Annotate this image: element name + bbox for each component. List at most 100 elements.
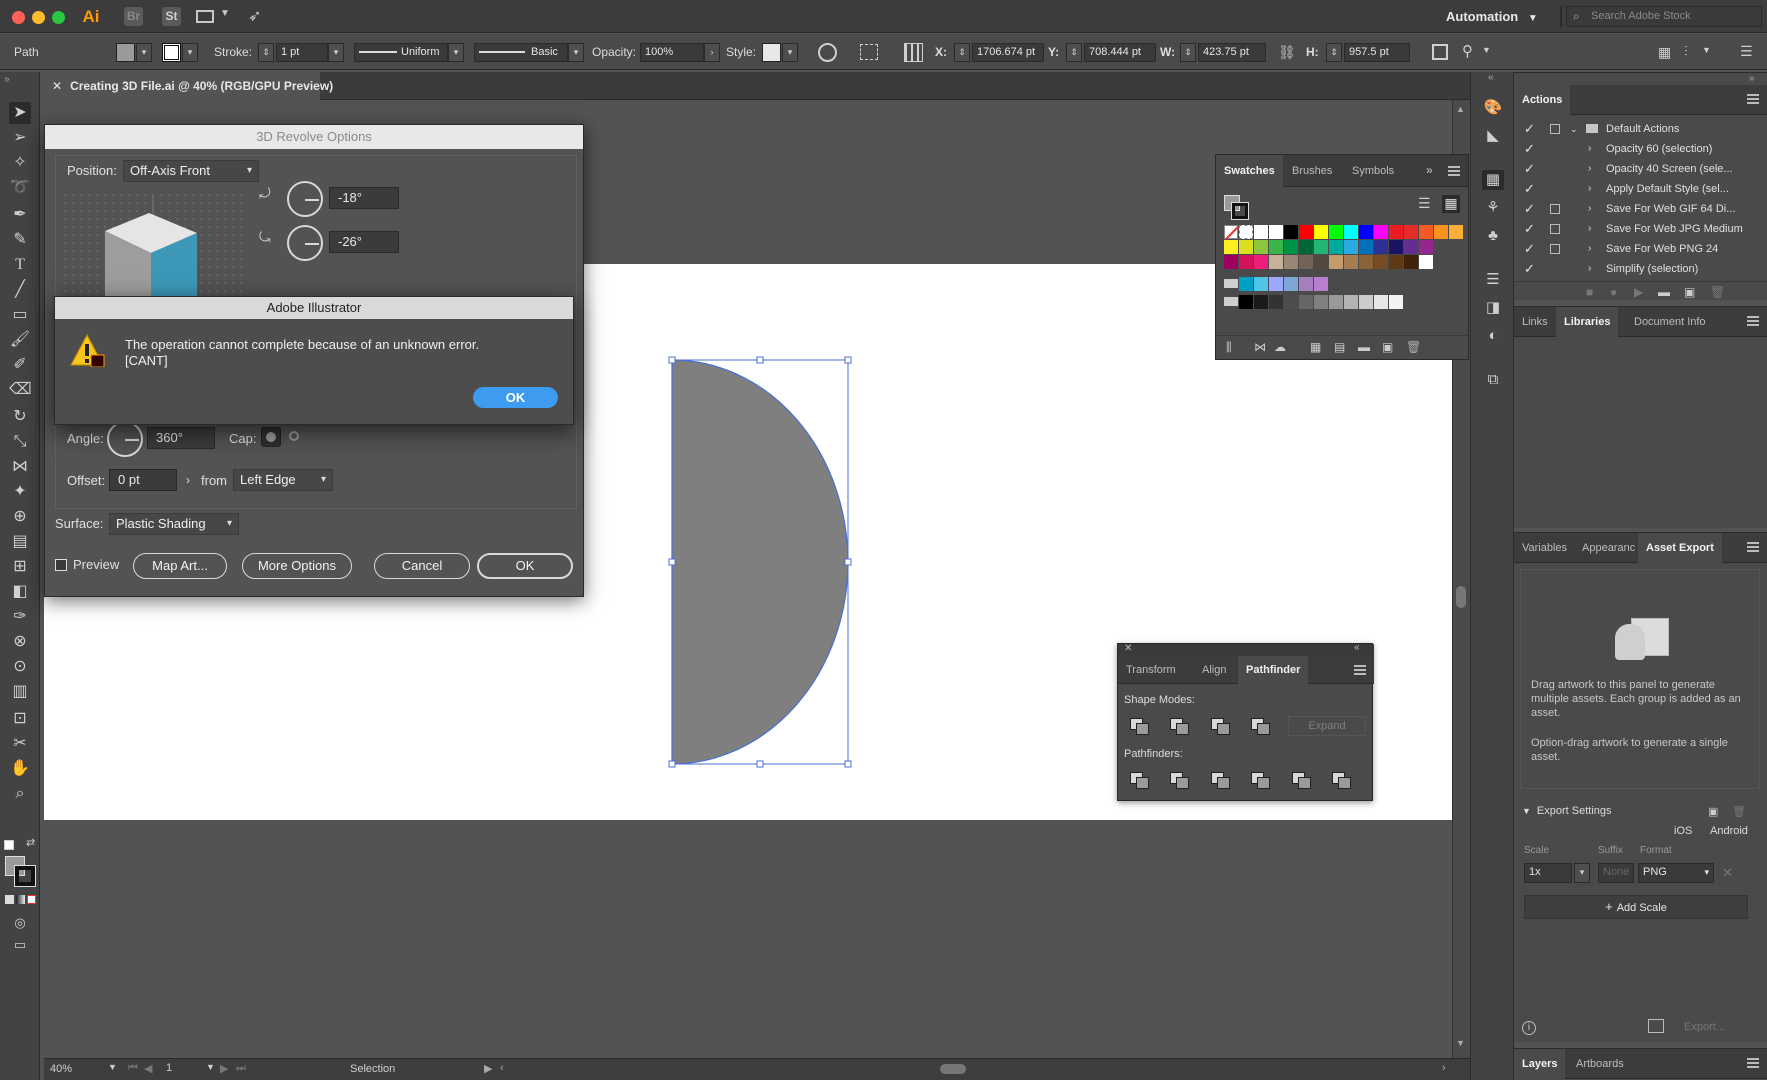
w-field[interactable]: 423.75 pt [1198,43,1266,62]
chevron-down-icon[interactable]: ▼ [220,8,230,19]
color-swatch[interactable] [1359,295,1373,309]
paintbrush-tool-icon[interactable]: 🖌 [9,329,31,351]
panel-menu-icon[interactable] [1747,1058,1759,1068]
checkmark-icon[interactable]: ✓ [1524,222,1538,236]
stroke-stepper[interactable]: ⇕ [258,43,274,62]
tab-document-info[interactable]: Document Info [1626,307,1714,337]
type-tool-icon[interactable]: T [9,254,31,276]
gradient-panel-icon[interactable]: ◨ [1482,298,1504,318]
color-swatch[interactable] [1254,277,1268,291]
color-swatch[interactable] [1299,277,1313,291]
color-swatch[interactable] [1254,255,1268,269]
opacity-field[interactable]: 100% [640,43,704,62]
horizontal-scroll-thumb[interactable] [940,1064,966,1074]
close-panel-icon[interactable]: ✕ [1124,643,1132,654]
stroke-weight-field[interactable]: 1 pt [276,43,328,62]
minimize-window-button[interactable] [32,11,45,24]
cancel-button[interactable]: Cancel [374,553,470,579]
chevron-down-icon[interactable]: ▼ [1702,45,1711,55]
gradient-tool-icon[interactable]: ◧ [9,581,31,603]
stroke-panel-icon[interactable]: ☰ [1482,270,1504,290]
w-stepper[interactable]: ⇕ [1180,43,1196,62]
color-swatch[interactable] [1239,277,1253,291]
color-guide-icon[interactable]: ◣ [1482,126,1504,146]
variable-width-profile[interactable]: Uniform [354,43,448,62]
chevron-right-icon[interactable]: › [1588,179,1591,199]
stroke-swatch[interactable] [162,43,181,62]
color-swatch[interactable] [1344,240,1358,254]
color-swatch[interactable] [1329,255,1343,269]
color-swatch[interactable] [1404,225,1418,239]
y-field[interactable]: 708.444 pt [1084,43,1156,62]
color-swatch[interactable] [1299,295,1313,309]
color-swatch[interactable] [1314,240,1328,254]
color-swatch[interactable] [1344,225,1358,239]
none-mode-icon[interactable] [27,895,36,904]
expand-button[interactable]: Expand [1288,716,1366,736]
exclude-icon[interactable] [1251,718,1270,735]
symbols-panel-icon[interactable]: ♣ [1482,226,1504,246]
tab-pathfinder[interactable]: Pathfinder [1238,656,1309,684]
isolate-icon[interactable]: ⚲ [1462,42,1473,60]
color-swatch[interactable] [1284,255,1298,269]
transparency-panel-icon[interactable]: ◐ [1482,326,1504,346]
color-swatch[interactable] [1359,255,1373,269]
artboard-number-field[interactable]: 1 [166,1062,202,1078]
checkmark-icon[interactable]: ✓ [1524,202,1538,216]
direct-selection-tool-icon[interactable]: ➢ [9,127,31,149]
action-set-row[interactable]: ✓ ⌄ Default Actions [1514,119,1766,139]
constrain-proportions-icon[interactable]: ⛓ [1278,44,1296,61]
collapse-panels-icon[interactable]: » [1749,73,1755,84]
brushes-panel-icon[interactable]: ⚘ [1482,198,1504,218]
artboards-panel-icon[interactable]: ⧉ [1482,370,1504,390]
chevron-right-icon[interactable]: › [1588,239,1591,259]
h-stepper[interactable]: ⇕ [1326,43,1342,62]
grid-view-icon[interactable]: ▦ [1442,195,1460,213]
shape-path[interactable] [671,359,849,765]
rectangle-tool-icon[interactable]: ▭ [9,304,31,326]
control-menu-icon[interactable]: ☰ [1740,43,1753,60]
export-settings-header[interactable]: ▼ Export Settings ▣ 🗑 [1522,805,1760,823]
align-to-icon[interactable] [860,44,878,60]
distribute-icon[interactable]: ⫶ [1684,43,1688,60]
y-stepper[interactable]: ⇕ [1066,43,1082,62]
action-item[interactable]: ✓ › Simplify (selection) [1514,259,1766,279]
artboard-tool-icon[interactable]: ⊡ [9,708,31,730]
blend-tool-icon[interactable]: ⊗ [9,631,31,653]
rotation-y-field[interactable]: -26° [329,231,399,253]
action-item[interactable]: ✓ › Save For Web GIF 64 Di... [1514,199,1766,219]
new-swatch-icon[interactable]: ▣ [1382,340,1393,354]
reference-point-icon[interactable] [904,43,923,62]
close-window-button[interactable] [12,11,25,24]
panel-menu-icon[interactable] [1747,542,1759,552]
mesh-tool-icon[interactable]: ⊞ [9,556,31,578]
minus-front-icon[interactable] [1170,718,1189,735]
swap-fill-stroke-icon[interactable]: ⇄ [26,836,35,849]
action-item[interactable]: ✓ › Save For Web JPG Medium [1514,219,1766,239]
panel-menu-icon[interactable] [1448,166,1460,176]
arrange-icon[interactable]: ▦ [1658,44,1671,61]
magic-wand-tool-icon[interactable]: ✧ [9,152,31,174]
color-swatch[interactable] [1329,240,1343,254]
color-swatch[interactable] [1269,240,1283,254]
record-icon[interactable]: ● [1610,285,1617,299]
prev-artboard-icon[interactable]: ◀ [144,1062,152,1075]
color-swatch[interactable] [1389,225,1403,239]
close-tab-icon[interactable]: ✕ [52,79,62,93]
dialog-toggle-icon[interactable] [1550,244,1560,254]
chevron-down-icon[interactable]: ▼ [1482,45,1491,55]
stop-icon[interactable]: ■ [1586,285,1593,299]
tab-brushes[interactable]: Brushes [1284,155,1340,187]
next-artboard-icon[interactable]: ▶ [220,1062,228,1075]
swatch-libraries-icon[interactable]: ⫼ [1226,340,1232,355]
color-swatch[interactable] [1374,225,1388,239]
swatch-options-icon[interactable]: ▦ [1310,340,1321,354]
selection-handle[interactable] [668,760,676,768]
color-swatch[interactable] [1389,255,1403,269]
chevron-right-icon[interactable]: › [1588,219,1591,239]
export-window-icon[interactable] [1648,1019,1664,1033]
opacity-slider-button[interactable]: › [704,43,720,62]
surface-select[interactable]: Plastic Shading ▾ [109,513,239,535]
color-group-folder-icon[interactable] [1224,297,1238,306]
preview-checkbox[interactable] [55,559,67,571]
